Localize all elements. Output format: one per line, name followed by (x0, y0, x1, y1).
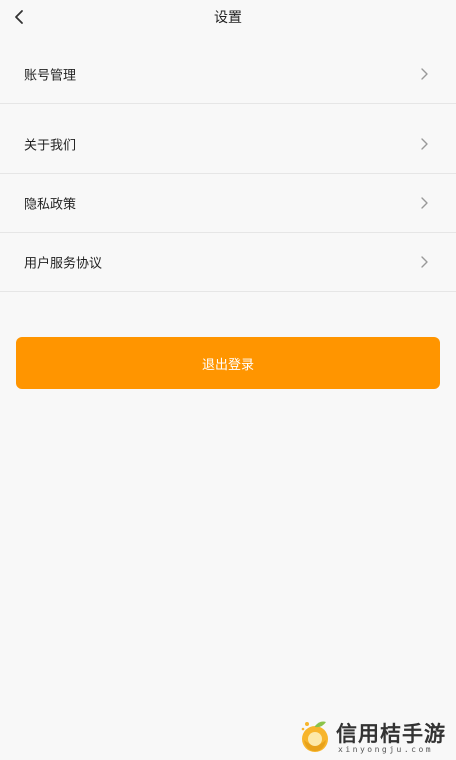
menu-item-privacy-policy[interactable]: 隐私政策 (0, 174, 456, 233)
menu-item-label: 用户服务协议 (24, 256, 103, 272)
orange-logo-icon (301, 721, 328, 752)
watermark: 信用桔手游 xinyongju.com (298, 716, 454, 758)
menu-item-label: 账号管理 (24, 68, 77, 84)
chevron-right-icon (420, 137, 430, 151)
menu-item-about-us[interactable]: 关于我们 (0, 115, 456, 174)
top-bar: 设置 (0, 0, 456, 34)
chevron-right-icon (420, 255, 430, 269)
chevron-right-icon (420, 67, 430, 81)
menu-item-label: 关于我们 (24, 138, 77, 154)
menu-item-user-agreement[interactable]: 用户服务协议 (0, 233, 456, 292)
watermark-domain: xinyongju.com (338, 745, 434, 754)
menu-item-label: 隐私政策 (24, 197, 77, 213)
settings-screen: 设置 账号管理 关于我们 隐私政策 用户服务协议 退出登录 信用桔手游 xiny… (0, 0, 456, 760)
logout-button[interactable]: 退出登录 (16, 337, 440, 389)
watermark-brand: 信用桔手游 (336, 721, 446, 746)
menu-item-account-management[interactable]: 账号管理 (0, 45, 456, 104)
page-title: 设置 (214, 10, 242, 26)
chevron-right-icon (420, 196, 430, 210)
